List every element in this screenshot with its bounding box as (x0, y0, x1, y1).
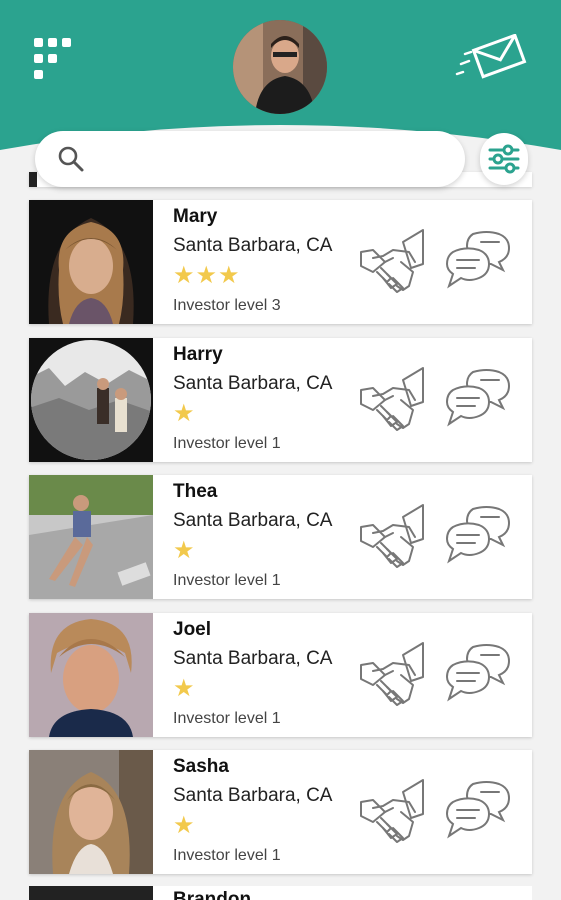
contact-location: Santa Barbara, CA (173, 510, 333, 531)
investor-level: Investor level 1 (173, 434, 281, 452)
contact-name: Mary (173, 206, 218, 227)
star-rating: ★ (173, 399, 196, 427)
contact-name: Brandon (173, 889, 252, 900)
handshake-button[interactable] (359, 503, 427, 569)
handshake-icon (360, 504, 424, 568)
star-rating: ★ (173, 537, 196, 564)
list-item[interactable]: Thea Santa Barbara, CA ★ Investor level … (29, 475, 532, 599)
star-rating: ★ (173, 674, 196, 702)
list-item[interactable]: Joel Santa Barbara, CA ★ Investor level … (29, 612, 532, 737)
handshake-icon (360, 779, 424, 843)
investor-level: Investor level 1 (173, 709, 281, 727)
investor-level: Investor level 1 (173, 847, 281, 864)
contact-list: Mary Santa Barbara, CA ★★★ Investor leve… (29, 200, 532, 888)
handshake-button[interactable] (359, 641, 427, 707)
contact-name: Sasha (173, 756, 229, 777)
chat-button[interactable] (445, 643, 511, 705)
contact-location: Santa Barbara, CA (173, 647, 333, 669)
search-bar[interactable] (35, 131, 465, 187)
contact-name: Harry (173, 343, 223, 365)
handshake-button[interactable] (359, 228, 427, 294)
contact-name: Joel (173, 618, 212, 640)
contact-location: Santa Barbara, CA (173, 372, 333, 394)
chat-bubbles-icon (445, 506, 511, 564)
contact-photo (29, 475, 153, 599)
contact-photo (29, 612, 153, 737)
envelope-icon (455, 33, 527, 79)
chat-bubbles-icon (445, 368, 511, 426)
handshake-button[interactable] (359, 778, 427, 844)
chat-button[interactable] (445, 780, 511, 842)
star-rating: ★ (173, 812, 196, 839)
handshake-icon (360, 229, 424, 293)
contact-name: Thea (173, 481, 218, 502)
handshake-icon (360, 366, 424, 431)
profile-avatar[interactable] (233, 20, 327, 114)
list-item[interactable]: Harry Santa Barbara, CA ★ Investor level… (29, 337, 532, 462)
chat-bubbles-icon (445, 643, 511, 701)
list-item-partial[interactable]: Brandon (29, 886, 532, 900)
profile-photo (233, 20, 327, 114)
contact-photo (29, 886, 153, 900)
messages-button[interactable] (455, 33, 527, 80)
search-input[interactable] (99, 141, 449, 177)
sliders-icon (488, 144, 520, 174)
contact-photo (29, 337, 153, 462)
chat-button[interactable] (445, 230, 511, 292)
contact-location: Santa Barbara, CA (173, 235, 333, 256)
chat-bubbles-icon (445, 781, 511, 839)
star-rating: ★★★ (173, 262, 241, 289)
chat-button[interactable] (445, 505, 511, 567)
handshake-button[interactable] (359, 366, 427, 432)
search-icon (58, 146, 84, 172)
investor-level: Investor level 1 (173, 572, 281, 589)
contact-location: Santa Barbara, CA (173, 785, 333, 806)
contact-photo (29, 750, 153, 874)
menu-button[interactable] (30, 36, 80, 82)
list-item[interactable]: Sasha Santa Barbara, CA ★ Investor level… (29, 750, 532, 874)
chat-button[interactable] (445, 368, 511, 430)
contact-photo (29, 200, 153, 324)
list-item[interactable]: Mary Santa Barbara, CA ★★★ Investor leve… (29, 200, 532, 324)
chat-bubbles-icon (445, 231, 511, 289)
handshake-icon (360, 641, 424, 706)
investor-level: Investor level 3 (173, 297, 281, 314)
grid-dots-icon (34, 38, 71, 79)
filter-button[interactable] (480, 133, 528, 185)
